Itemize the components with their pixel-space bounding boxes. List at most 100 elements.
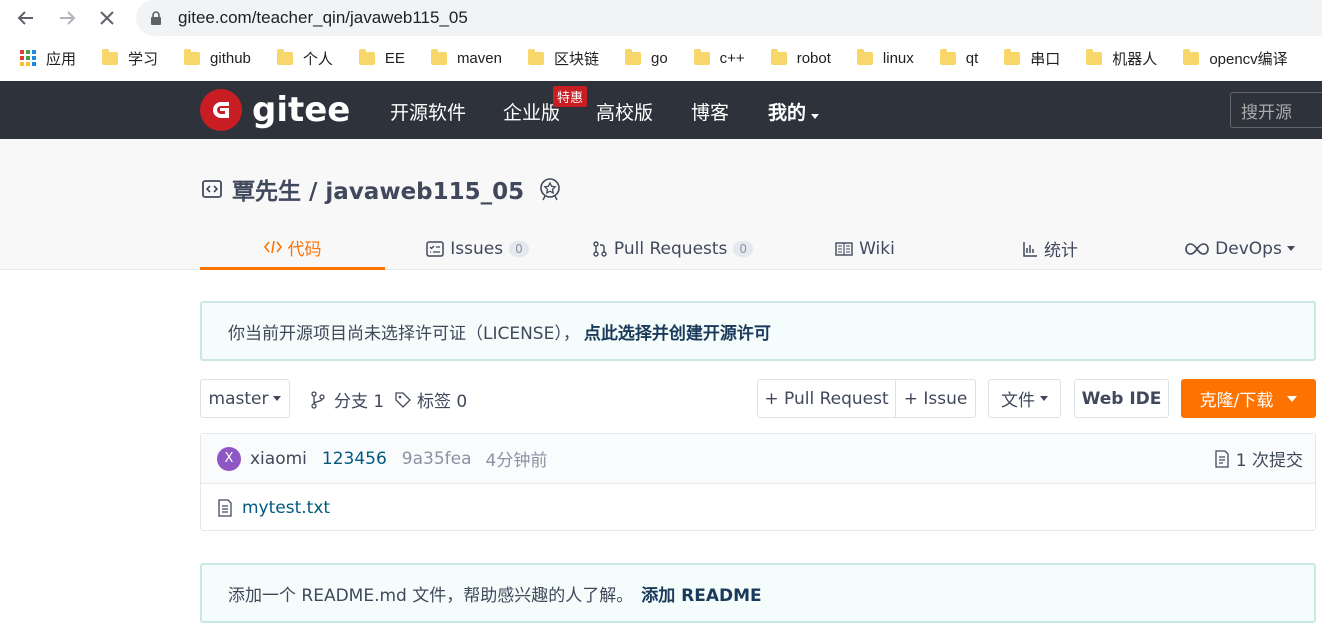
branch-icon xyxy=(311,390,325,409)
bookmark-item[interactable]: 机器人 xyxy=(1086,48,1157,69)
branch-select-label: master xyxy=(208,388,269,409)
commit-count-link[interactable]: 1 次提交 xyxy=(1214,446,1303,471)
tags-link[interactable]: 标签 0 xyxy=(394,387,467,412)
repo-header: 覃先生 / javaweb115_05 代码 Issues 0 Pull Req… xyxy=(0,139,1322,270)
readme-notice: 添加一个 README.md 文件，帮助感兴趣的人了解。 添加 README xyxy=(200,563,1316,623)
bookmark-label: maven xyxy=(456,49,502,67)
branches-link[interactable]: 分支 1 xyxy=(310,387,384,412)
bookmark-item[interactable]: qt xyxy=(939,48,979,67)
address-bar[interactable]: gitee.com/teacher_qin/javaweb115_05 xyxy=(136,0,1322,36)
table-row: mytest.txt xyxy=(201,484,1315,532)
latest-commit-row: X xiaomi 123456 9a35fea 4分钟前 1 次提交 xyxy=(201,434,1315,484)
avatar[interactable]: X xyxy=(217,446,241,471)
bookmark-item[interactable]: 学习 xyxy=(102,48,158,69)
tab-stats[interactable]: 统计 xyxy=(1015,227,1085,270)
bookmark-item[interactable]: 区块链 xyxy=(527,48,599,69)
bookmark-apps[interactable]: 应用 xyxy=(20,48,76,69)
stop-button[interactable] xyxy=(95,6,119,30)
bookmark-label: c++ xyxy=(719,49,745,67)
add-readme-link[interactable]: 添加 README xyxy=(641,581,761,606)
nav-mine[interactable]: 我的 xyxy=(768,98,820,125)
repo-title-text[interactable]: 覃先生 / javaweb115_05 xyxy=(232,172,524,206)
folder-icon xyxy=(184,48,201,65)
bookmark-item[interactable]: github xyxy=(184,48,251,67)
hot-badge: 特惠 xyxy=(553,86,588,107)
issues-count-badge: 0 xyxy=(509,240,529,257)
license-notice-text: 你当前开源项目尚未选择许可证（LICENSE）， xyxy=(228,323,580,344)
commit-author[interactable]: xiaomi xyxy=(250,449,307,469)
chevron-down-icon xyxy=(811,114,820,119)
browser-toolbar: gitee.com/teacher_qin/javaweb115_05 xyxy=(0,0,1322,36)
clone-download-button[interactable]: 克隆/下载 xyxy=(1181,379,1316,418)
tab-label: 统计 xyxy=(1044,241,1078,261)
bookmark-item[interactable]: 个人 xyxy=(276,48,333,69)
tab-pull-requests[interactable]: Pull Requests 0 xyxy=(590,227,755,270)
bookmark-label: 个人 xyxy=(302,50,333,68)
bookmark-item[interactable]: EE xyxy=(358,48,405,67)
tab-issues[interactable]: Issues 0 xyxy=(420,227,535,270)
bookmark-item[interactable]: c++ xyxy=(693,48,745,67)
chevron-down-icon xyxy=(273,396,282,401)
tab-code[interactable]: 代码 xyxy=(200,227,385,270)
choose-license-link[interactable]: 点此选择并创建开源许可 xyxy=(584,319,771,344)
code-repo-icon xyxy=(202,180,222,198)
nav-university[interactable]: 高校版 xyxy=(596,98,653,125)
new-pull-request-button[interactable]: + Pull Request xyxy=(757,379,896,418)
bookmark-item[interactable]: go xyxy=(624,48,668,67)
tab-label: Issues xyxy=(450,238,504,259)
bookmark-item[interactable]: maven xyxy=(430,48,502,67)
bookmark-label: 应用 xyxy=(46,50,77,68)
chevron-down-icon xyxy=(1286,246,1295,251)
tab-label: Pull Requests xyxy=(613,238,728,259)
tab-label: DevOps xyxy=(1215,238,1282,259)
bookmark-item[interactable]: linux xyxy=(856,48,914,67)
tags-label: 标签 0 xyxy=(417,392,468,412)
nav-enterprise[interactable]: 企业版 xyxy=(503,98,560,125)
url-text: gitee.com/teacher_qin/javaweb115_05 xyxy=(178,8,468,27)
close-icon xyxy=(100,11,114,25)
back-button[interactable] xyxy=(14,6,38,30)
search-input[interactable]: 搜开源 xyxy=(1230,92,1322,128)
nav-mine-label: 我的 xyxy=(768,102,807,124)
site-header: gitee 开源软件 企业版 高校版 博客 我的 xyxy=(0,81,1322,139)
nav-open-source[interactable]: 开源软件 xyxy=(390,98,466,125)
file-icon xyxy=(218,499,232,517)
repo-title: 覃先生 / javaweb115_05 xyxy=(202,172,562,206)
folder-icon xyxy=(1086,48,1103,65)
nav-blog[interactable]: 博客 xyxy=(691,98,729,125)
arrow-left-icon xyxy=(17,11,33,25)
files-dropdown[interactable]: 文件 xyxy=(988,379,1061,418)
recommend-badge-icon[interactable] xyxy=(538,177,562,201)
repo-tabs: 代码 Issues 0 Pull Requests 0 Wiki 统计 DevO… xyxy=(0,227,1322,270)
tab-devops[interactable]: DevOps xyxy=(1180,227,1300,270)
bookmark-label: 串口 xyxy=(1030,50,1061,68)
infinity-icon xyxy=(1185,242,1209,256)
clone-download-label: 克隆/下载 xyxy=(1199,391,1274,411)
tab-wiki[interactable]: Wiki xyxy=(830,227,900,270)
bookmark-label: qt xyxy=(965,49,979,67)
folder-icon xyxy=(624,48,641,65)
folder-icon xyxy=(1004,48,1021,65)
file-name-link[interactable]: mytest.txt xyxy=(242,498,330,518)
file-list-box: X xiaomi 123456 9a35fea 4分钟前 1 次提交 mytes… xyxy=(200,433,1316,531)
files-dropdown-label: 文件 xyxy=(1001,391,1035,411)
commit-message[interactable]: 123456 xyxy=(322,449,387,469)
bookmark-item[interactable]: 串口 xyxy=(1004,48,1060,69)
commit-hash[interactable]: 9a35fea xyxy=(402,449,472,469)
bar-chart-icon xyxy=(1022,241,1038,257)
bookmark-label: EE xyxy=(384,49,405,67)
bookmarks-bar: 应用 学习 github 个人 EE maven 区块链 go c++ robo… xyxy=(0,40,1322,76)
bookmark-item[interactable]: opencv编译 xyxy=(1183,48,1288,69)
lock-icon xyxy=(150,10,164,26)
gitee-logo[interactable]: gitee xyxy=(200,89,350,131)
branch-select[interactable]: master xyxy=(200,379,290,418)
readme-notice-text: 添加一个 README.md 文件，帮助感兴趣的人了解。 xyxy=(228,585,634,606)
commits-icon xyxy=(1215,449,1229,468)
forward-button[interactable] xyxy=(55,6,79,30)
branches-label: 分支 1 xyxy=(334,392,385,412)
tab-label: Wiki xyxy=(859,238,895,259)
commit-count-label: 1 次提交 xyxy=(1235,451,1303,471)
bookmark-item[interactable]: robot xyxy=(770,48,831,67)
new-issue-button[interactable]: + Issue xyxy=(895,379,976,418)
web-ide-button[interactable]: Web IDE xyxy=(1074,379,1169,418)
